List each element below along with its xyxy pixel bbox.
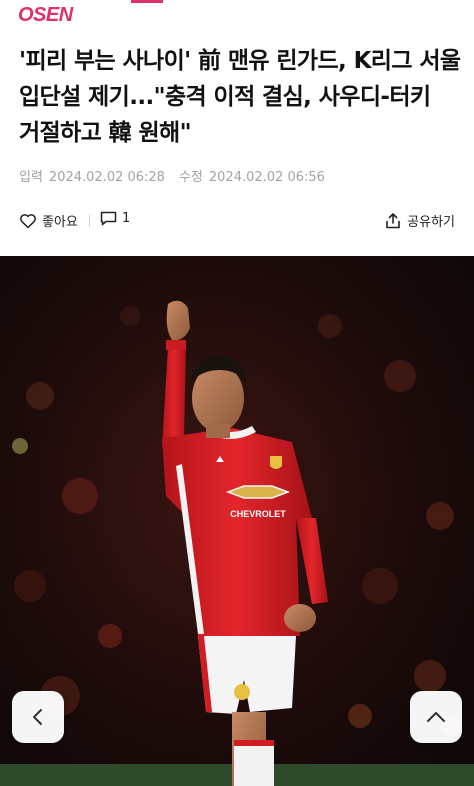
comment-icon xyxy=(100,211,117,226)
share-label: 공유하기 xyxy=(407,215,455,230)
site-header: OSEN xyxy=(0,0,474,26)
modified-label: 수정 xyxy=(178,170,203,185)
article-action-bar: 좋아요 1 공유하기 xyxy=(0,204,474,238)
published-date: 2024.02.02 06:28 xyxy=(48,170,165,185)
article-title: '피리 부는 사나이' 前 맨유 린가드, K리그 서울 입단설 제기..."충… xyxy=(19,48,461,146)
svg-text:OSEN: OSEN xyxy=(18,4,74,24)
article-meta: 입력 2024.02.02 06:28 수정 2024.02.02 06:56 xyxy=(19,166,331,185)
share-button[interactable]: 공유하기 xyxy=(384,211,455,230)
chevron-left-icon xyxy=(33,709,42,725)
chevron-up-icon xyxy=(427,712,445,722)
comment-count: 1 xyxy=(122,211,131,226)
modified-date: 2024.02.02 06:56 xyxy=(208,170,325,185)
active-tab-indicator xyxy=(131,0,163,3)
osen-logo-icon: OSEN xyxy=(18,4,74,24)
like-button[interactable]: 좋아요 xyxy=(19,211,78,230)
like-label: 좋아요 xyxy=(42,215,78,230)
published-label: 입력 xyxy=(19,170,43,185)
previous-button[interactable] xyxy=(12,691,64,743)
comment-button[interactable]: 1 xyxy=(100,211,130,226)
article-photo: CHEVROLET xyxy=(0,256,474,786)
shirt-sponsor-text: CHEVROLET xyxy=(230,509,286,519)
heart-icon xyxy=(20,213,36,228)
player-celebration-image: CHEVROLET xyxy=(0,256,474,786)
share-icon xyxy=(386,212,400,228)
site-logo[interactable]: OSEN xyxy=(18,3,100,25)
action-divider xyxy=(89,215,90,227)
scroll-top-button[interactable] xyxy=(410,691,462,743)
